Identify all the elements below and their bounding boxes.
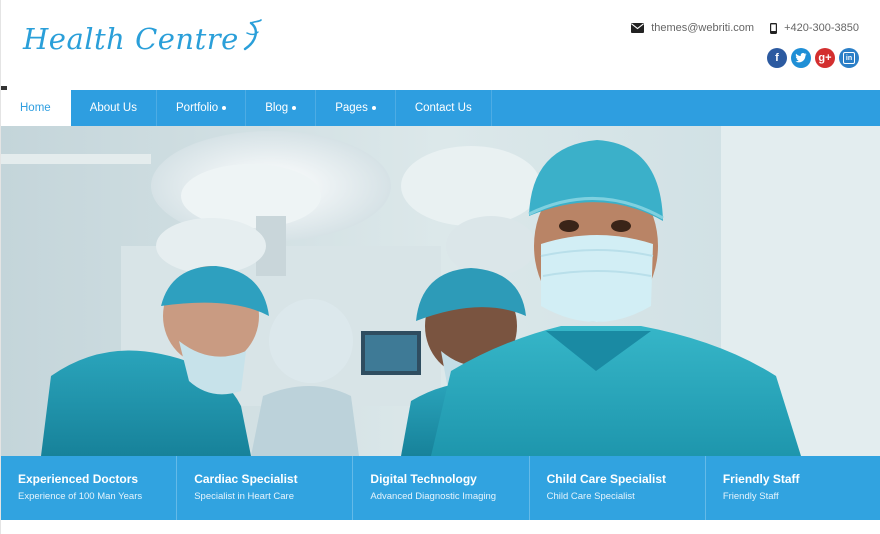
email-text: themes@webriti.com (651, 22, 755, 34)
feature-subtitle: Experience of 100 Man Years (18, 491, 143, 502)
feature-digital-technology[interactable]: Digital Technology Advanced Diagnostic I… (353, 456, 530, 520)
nav-label: Home (20, 102, 51, 114)
phone-contact[interactable]: +420-300-3850 (770, 22, 859, 34)
logo-text: Health Centre (23, 22, 239, 56)
feature-title: Friendly Staff (722, 472, 800, 486)
hero-slider-image (1, 126, 880, 456)
email-contact[interactable]: themes@webriti.com (631, 22, 754, 34)
nav-item-home[interactable]: Home (1, 90, 71, 126)
features-strip: Experienced Doctors Experience of 100 Ma… (1, 456, 880, 520)
feature-friendly-staff[interactable]: Friendly Staff Friendly Staff (706, 456, 880, 520)
linkedin-glyph: in (843, 52, 855, 64)
feature-subtitle: Friendly Staff (722, 491, 779, 502)
nav-item-pages[interactable]: Pages (316, 90, 396, 126)
dropdown-indicator-icon (222, 106, 227, 110)
phone-text: +420-300-3850 (784, 22, 859, 34)
nav-label: About Us (89, 102, 137, 114)
nav-item-about-us[interactable]: About Us (71, 90, 157, 126)
site-header: Health Centre themes@webriti.com +420-30… (1, 0, 880, 90)
feature-title: Child Care Specialist (546, 472, 666, 486)
social-links: f g+ in (767, 48, 859, 68)
mobile-phone-icon (770, 22, 778, 34)
feature-subtitle: Advanced Diagnostic Imaging (370, 491, 497, 502)
feature-experienced-doctors[interactable]: Experienced Doctors Experience of 100 Ma… (1, 456, 178, 520)
feature-subtitle: Child Care Specialist (546, 491, 635, 502)
nav-label: Portfolio (176, 102, 219, 114)
envelope-icon (631, 23, 645, 33)
logo-swoosh-icon (243, 19, 262, 51)
feature-cardiac-specialist[interactable]: Cardiac Specialist Specialist in Heart C… (177, 456, 354, 520)
main-navigation: Home About Us Portfolio Blog Pages Conta… (1, 90, 880, 126)
nav-item-portfolio[interactable]: Portfolio (157, 90, 247, 126)
page: Health Centre themes@webriti.com +420-30… (0, 0, 880, 534)
feature-title: Experienced Doctors (18, 472, 139, 486)
facebook-icon[interactable]: f (767, 48, 787, 68)
dropdown-indicator-icon (292, 106, 297, 110)
feature-subtitle: Specialist in Heart Care (194, 491, 294, 502)
content-area (1, 520, 880, 534)
dropdown-indicator-icon (371, 106, 376, 110)
contact-info: themes@webriti.com +420-300-3850 (631, 22, 859, 34)
nav-item-blog[interactable]: Blog (246, 90, 317, 126)
feature-child-care-specialist[interactable]: Child Care Specialist Child Care Special… (530, 456, 706, 520)
nav-label: Pages (335, 102, 368, 114)
twitter-icon[interactable] (791, 48, 811, 68)
surgeons-photo (1, 126, 880, 456)
nav-label: Blog (265, 102, 289, 114)
site-logo[interactable]: Health Centre (23, 19, 263, 56)
google-plus-icon[interactable]: g+ (815, 48, 835, 68)
nav-label: Contact Us (414, 102, 472, 114)
feature-title: Digital Technology (370, 472, 477, 486)
linkedin-icon[interactable]: in (839, 48, 859, 68)
nav-item-contact-us[interactable]: Contact Us (396, 90, 492, 126)
feature-title: Cardiac Specialist (194, 472, 298, 486)
